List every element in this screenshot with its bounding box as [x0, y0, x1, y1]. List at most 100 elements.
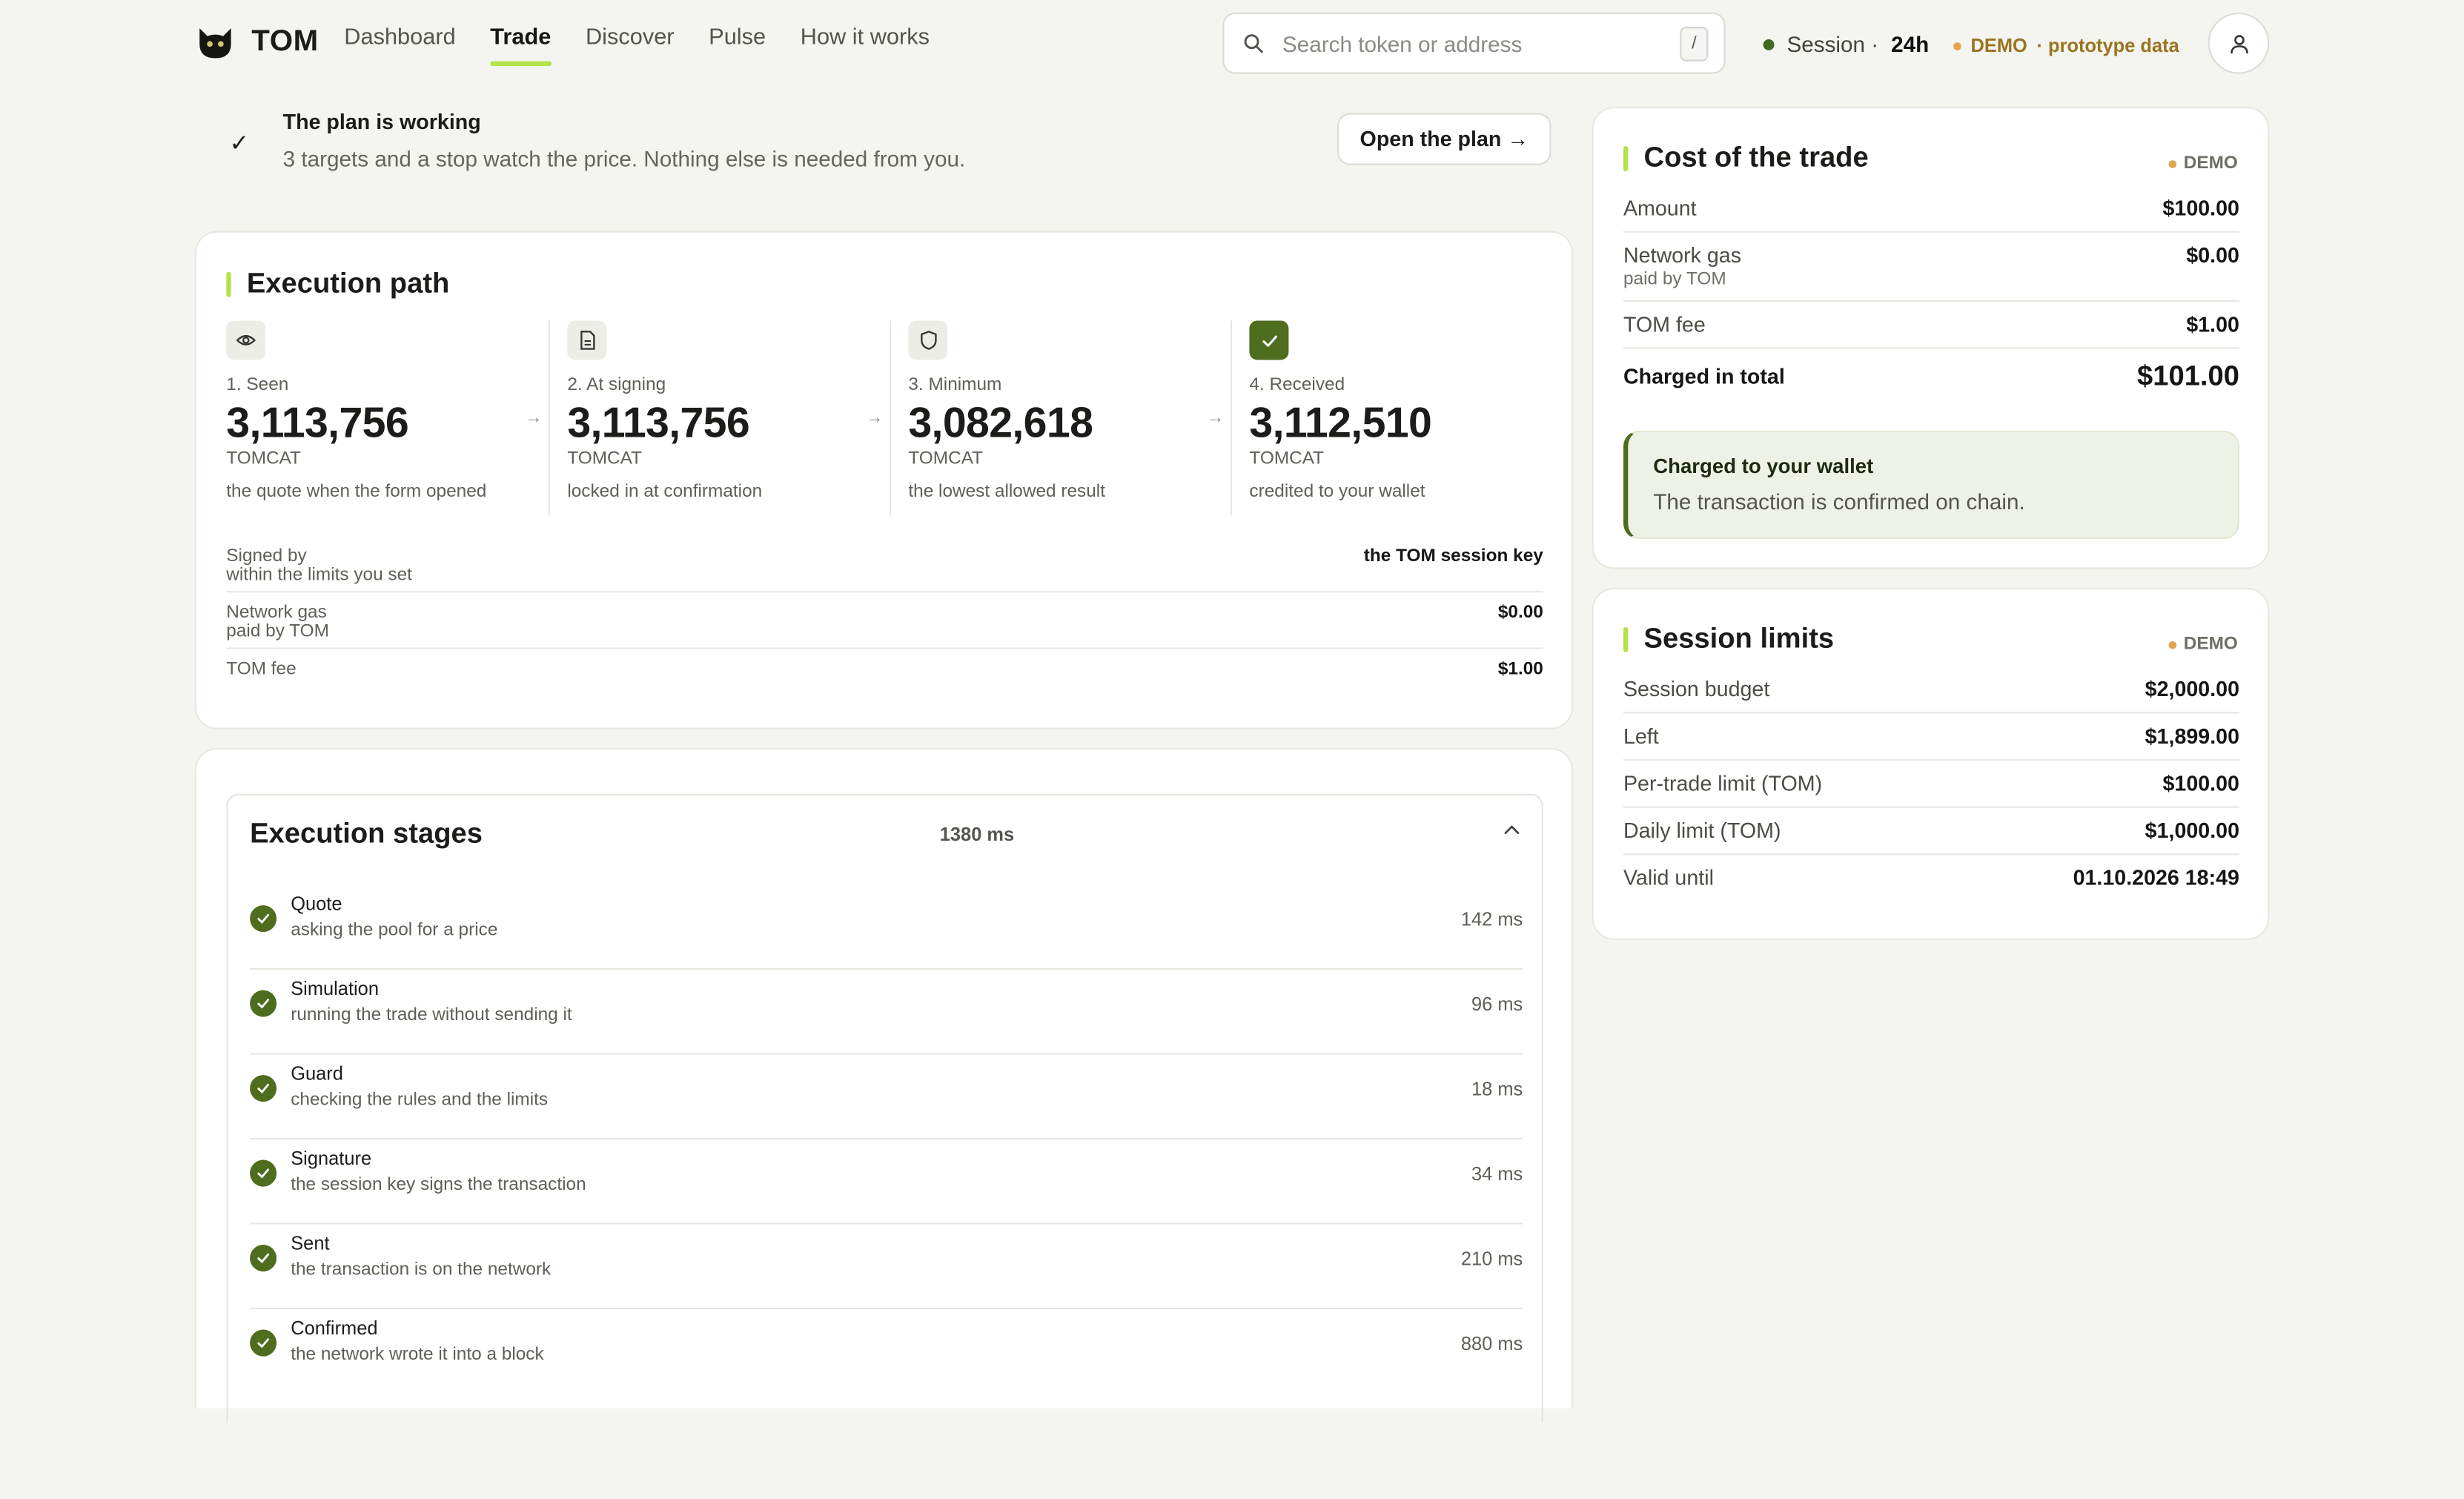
cost-value: $1.00: [2186, 312, 2239, 337]
detail-sub: paid by TOM: [226, 622, 329, 641]
execution-stages-title: Execution stages: [250, 817, 483, 849]
limit-row: Left $1,899.00: [1623, 724, 2239, 761]
wallet-confirmation: Charged to your wallet The transaction i…: [1623, 430, 2239, 540]
limit-label: Daily limit (TOM): [1623, 818, 1781, 843]
demo-label: DEMO: [1970, 34, 2027, 57]
cost-value: $100.00: [2162, 196, 2239, 220]
detail-row: TOM fee $1.00: [226, 660, 1543, 685]
stage-description: asking the pool for a price: [291, 921, 498, 940]
cost-rows: Amount $100.00 Network gas paid by TOM $0…: [1623, 196, 2239, 415]
step-description: the lowest allowed result: [908, 482, 1105, 502]
main-nav: Dashboard Trade Discover Pulse How it wo…: [344, 25, 930, 67]
step-label: 1. Seen: [226, 375, 289, 395]
cost-total-row: Charged in total $101.00: [1623, 360, 2239, 403]
demo-note: · prototype data: [2036, 34, 2179, 57]
stage-duration: 880 ms: [1460, 1332, 1523, 1355]
arrow-right-icon: →: [866, 408, 884, 428]
cost-sub: paid by TOM: [1623, 270, 1726, 290]
demo-label: DEMO: [2183, 635, 2238, 654]
stage-name: Signature: [291, 1147, 372, 1170]
demo-dot-icon: [1953, 42, 1961, 50]
detail-value: the TOM session key: [1363, 546, 1543, 566]
limit-row: Daily limit (TOM) $1,000.00: [1623, 819, 2239, 856]
limit-value: $1,899.00: [2145, 724, 2239, 749]
demo-badge: DEMO · prototype data: [1953, 34, 2179, 57]
shield-icon: [908, 320, 948, 360]
search-input[interactable]: [1279, 29, 1680, 58]
stage-description: the network wrote it into a block: [291, 1345, 544, 1365]
check-circle-icon: [250, 905, 277, 933]
check-circle-icon: [250, 1245, 277, 1272]
cost-total-label: Charged in total: [1623, 364, 1785, 388]
limit-row: Valid until 01.10.2026 18:49: [1623, 866, 2239, 901]
step-value: 3,113,756: [567, 399, 750, 447]
step-unit: TOMCAT: [226, 449, 301, 469]
stage-row: Sent the transaction is on the network 2…: [250, 1222, 1523, 1309]
step-unit: TOMCAT: [1249, 449, 1325, 469]
cost-label: TOM fee: [1623, 312, 1706, 337]
detail-row: Network gas paid by TOM $0.00: [226, 603, 1543, 649]
nav-trade[interactable]: Trade: [490, 25, 551, 67]
limit-value: $1,000.00: [2145, 818, 2239, 843]
brand-name: TOM: [251, 24, 319, 59]
step-value: 3,082,618: [908, 399, 1093, 447]
search-box[interactable]: /: [1222, 12, 1726, 74]
plan-banner: ✓ The plan is working 3 targets and a st…: [195, 107, 1572, 195]
session-label: Session ·: [1786, 31, 1879, 57]
limit-label: Valid until: [1623, 866, 1714, 890]
accent-bar: [226, 271, 231, 297]
stage-duration: 142 ms: [1460, 908, 1523, 931]
stage-row: Guard checking the rules and the limits …: [250, 1053, 1523, 1139]
detail-value: $1.00: [1497, 660, 1543, 679]
check-circle-icon: [250, 1329, 277, 1357]
stage-duration: 210 ms: [1460, 1248, 1523, 1270]
step-minimum: 3. Minimum 3,082,618 TOMCAT the lowest a…: [908, 320, 1105, 515]
document-icon: [567, 320, 607, 360]
nav-dashboard[interactable]: Dashboard: [344, 25, 455, 63]
session-status: Session · 24h: [1763, 31, 1929, 57]
nav-pulse[interactable]: Pulse: [709, 25, 766, 63]
step-description: locked in at confirmation: [567, 482, 763, 502]
nav-how-it-works[interactable]: How it works: [801, 25, 930, 63]
stage-name: Confirmed: [291, 1317, 378, 1340]
execution-steps: 1. Seen 3,113,756 TOMCAT the quote when …: [226, 320, 1543, 516]
account-button[interactable]: [2208, 12, 2270, 74]
collapse-chevron-icon[interactable]: [1504, 817, 1520, 839]
step-label: 4. Received: [1249, 375, 1345, 395]
wallet-title: Charged to your wallet: [1653, 454, 1874, 478]
detail-label: Signed by: [226, 546, 307, 566]
nav-discover[interactable]: Discover: [586, 25, 675, 63]
divider: [548, 320, 550, 516]
cost-label: Amount: [1623, 196, 1697, 220]
demo-dot-icon: [2167, 640, 2176, 649]
divider: [889, 320, 892, 516]
execution-path-details: Signed by within the limits you set the T…: [226, 547, 1543, 696]
step-unit: TOMCAT: [567, 449, 643, 469]
detail-label: TOM fee: [226, 660, 297, 679]
demo-badge: DEMO: [2167, 153, 2238, 173]
limit-value: $100.00: [2162, 771, 2239, 795]
search-shortcut-key: /: [1680, 25, 1709, 61]
execution-path-header: Execution path: [226, 267, 449, 300]
demo-label: DEMO: [2183, 153, 2238, 173]
open-plan-button[interactable]: Open the plan →: [1337, 113, 1551, 165]
limits-rows: Session budget $2,000.00 Left $1,899.00 …: [1623, 678, 2239, 912]
cost-label: Network gas: [1623, 243, 1742, 268]
banner-title: The plan is working: [282, 110, 481, 134]
limits-title: Session limits: [1643, 622, 1835, 654]
stage-row: Simulation running the trade without sen…: [250, 968, 1523, 1055]
stage-duration: 34 ms: [1471, 1162, 1523, 1185]
detail-value: $0.00: [1497, 603, 1543, 623]
stage-name: Simulation: [291, 977, 379, 1000]
cost-row: Amount $100.00: [1623, 196, 2239, 233]
cost-header: Cost of the trade: [1623, 142, 1869, 175]
step-value: 3,113,756: [226, 399, 409, 447]
logo[interactable]: TOM: [195, 22, 319, 63]
limit-row: Per-trade limit (TOM) $100.00: [1623, 772, 2239, 808]
stage-duration: 96 ms: [1471, 993, 1523, 1016]
stage-name: Quote: [291, 893, 342, 915]
execution-stages-panel: Execution stages 1380 ms Quote asking th…: [226, 793, 1543, 1423]
accent-bar: [1623, 145, 1629, 171]
cost-row: Network gas paid by TOM $0.00: [1623, 244, 2239, 302]
cost-row: TOM fee $1.00: [1623, 313, 2239, 349]
